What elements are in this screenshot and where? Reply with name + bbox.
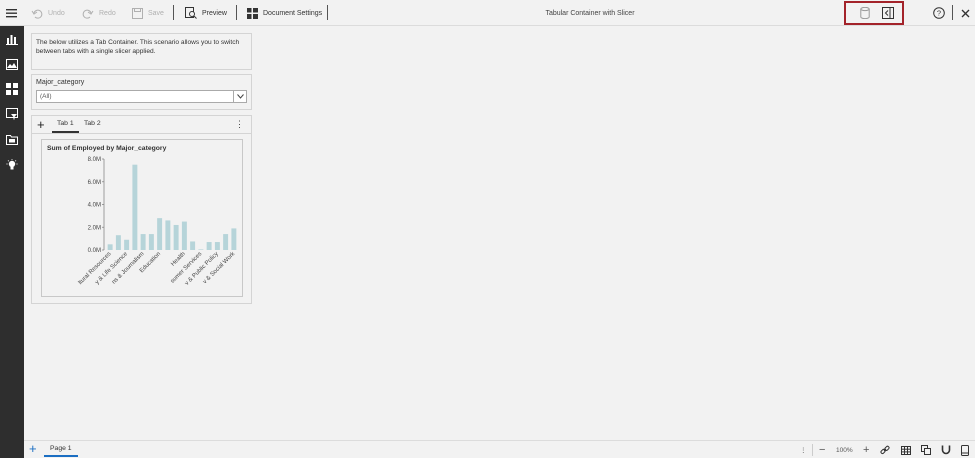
- save-button[interactable]: Save: [132, 0, 164, 26]
- canvas: The below utilizes a Tab Container. This…: [24, 26, 975, 440]
- slicer-selected-value: (All): [40, 93, 52, 100]
- y-tick-label: 8.0M: [88, 157, 101, 163]
- chart-bar[interactable]: [165, 220, 171, 250]
- filter-panel-icon[interactable]: [5, 107, 19, 121]
- document-settings-button[interactable]: Document Settings: [247, 0, 322, 26]
- chart-bar[interactable]: [206, 242, 212, 250]
- svg-text:?: ?: [937, 9, 941, 18]
- chart-bar[interactable]: [115, 235, 121, 250]
- save-label: Save: [148, 9, 164, 17]
- redo-icon: [82, 8, 94, 19]
- tab-1[interactable]: Tab 1: [52, 120, 79, 133]
- highlight-box: [844, 1, 904, 25]
- tab-2[interactable]: Tab 2: [79, 120, 106, 133]
- zoom-level[interactable]: 100%: [836, 443, 853, 457]
- chart-bar[interactable]: [107, 244, 113, 250]
- chart-plot: 0.0M 2.0M 4.0M 6.0M 8.0M ltural Resourcesy & …: [78, 157, 237, 287]
- bar-chart-visual[interactable]: Sum of Employed by Major_category 0.0M 2.…: [41, 139, 243, 297]
- chart-bar[interactable]: [157, 218, 163, 250]
- page-tab[interactable]: Page 1: [44, 443, 78, 457]
- chevron-down-icon[interactable]: [233, 91, 246, 102]
- dashboard-grid-icon: [247, 7, 258, 19]
- y-tick-label: 6.0M: [88, 180, 101, 186]
- left-rail: [0, 26, 24, 458]
- close-icon[interactable]: [961, 0, 970, 26]
- magnet-icon[interactable]: [941, 443, 951, 457]
- chart-bar[interactable]: [190, 241, 196, 250]
- x-axis-labels: ltural Resourcesy & Life Sciencens & Jou…: [78, 250, 237, 286]
- tab-container: + Tab 1 Tab 2 ⋮ Sum of Employed by Major…: [31, 115, 252, 304]
- more-options-icon[interactable]: ⋮: [235, 119, 244, 129]
- bottom-divider: [812, 444, 813, 456]
- hamburger-menu-icon[interactable]: [6, 0, 17, 26]
- chart-bar[interactable]: [124, 239, 130, 250]
- description-text: The below utilizes a Tab Container. This…: [36, 39, 240, 55]
- description-panel: The below utilizes a Tab Container. This…: [31, 33, 252, 70]
- grid-icon[interactable]: [901, 443, 911, 457]
- top-toolbar: Undo Redo Save Preview Document Settings…: [0, 0, 975, 26]
- zoom-out-icon[interactable]: −: [819, 443, 825, 457]
- zoom-in-icon[interactable]: +: [863, 443, 869, 457]
- toolbar-divider: [173, 5, 174, 20]
- chart-bar[interactable]: [181, 221, 187, 250]
- slicer-panel: Major_category (All): [31, 74, 252, 110]
- bottom-bar: + Page 1 ⋮ − 100% +: [24, 440, 975, 458]
- undo-icon: [31, 8, 43, 19]
- chart-bar[interactable]: [173, 224, 179, 250]
- add-page-icon[interactable]: +: [29, 442, 37, 456]
- redo-button[interactable]: Redo: [82, 0, 116, 26]
- chart-bar[interactable]: [148, 234, 154, 250]
- help-icon[interactable]: ?: [933, 0, 945, 26]
- layers-icon[interactable]: [921, 443, 931, 457]
- chart-bar[interactable]: [214, 242, 220, 250]
- preview-button[interactable]: Preview: [185, 0, 227, 26]
- x-tick-label: v & Social Work: [202, 250, 237, 285]
- toolbar-divider: [952, 5, 953, 20]
- chart-bar[interactable]: [198, 249, 204, 250]
- toolbar-divider: [327, 5, 328, 20]
- dashboard-icon[interactable]: [5, 82, 19, 96]
- image-gallery-icon[interactable]: [5, 57, 19, 71]
- document-title: Tabular Container with Slicer: [545, 9, 635, 17]
- chart-bar[interactable]: [231, 228, 237, 250]
- redo-label: Redo: [99, 9, 116, 17]
- undo-button[interactable]: Undo: [31, 0, 65, 26]
- y-tick-label: 4.0M: [88, 203, 101, 209]
- slicer-label: Major_category: [36, 79, 85, 86]
- preview-icon: [185, 7, 197, 19]
- save-icon: [132, 7, 143, 19]
- tab-bar: + Tab 1 Tab 2 ⋮: [32, 116, 251, 134]
- data-folder-icon[interactable]: [5, 132, 19, 146]
- chart-bar[interactable]: [223, 234, 229, 250]
- link-icon[interactable]: [880, 443, 890, 457]
- document-settings-label: Document Settings: [263, 9, 323, 17]
- preview-label: Preview: [202, 9, 227, 17]
- add-tab-icon[interactable]: +: [37, 118, 45, 131]
- collapse-panel-icon[interactable]: [882, 0, 894, 26]
- undo-label: Undo: [48, 9, 65, 17]
- slicer-dropdown[interactable]: (All): [36, 90, 247, 103]
- mobile-device-icon[interactable]: [961, 443, 969, 457]
- chart-bar[interactable]: [140, 234, 146, 250]
- database-icon[interactable]: [860, 0, 870, 26]
- more-options-icon[interactable]: ⋮: [800, 443, 807, 457]
- bar-chart-icon[interactable]: [5, 32, 19, 46]
- toolbar-divider: [236, 5, 237, 20]
- lightbulb-icon[interactable]: [5, 158, 19, 172]
- y-tick-label: 0.0M: [88, 248, 101, 254]
- chart-bar[interactable]: [132, 164, 138, 250]
- y-tick-label: 2.0M: [88, 225, 101, 231]
